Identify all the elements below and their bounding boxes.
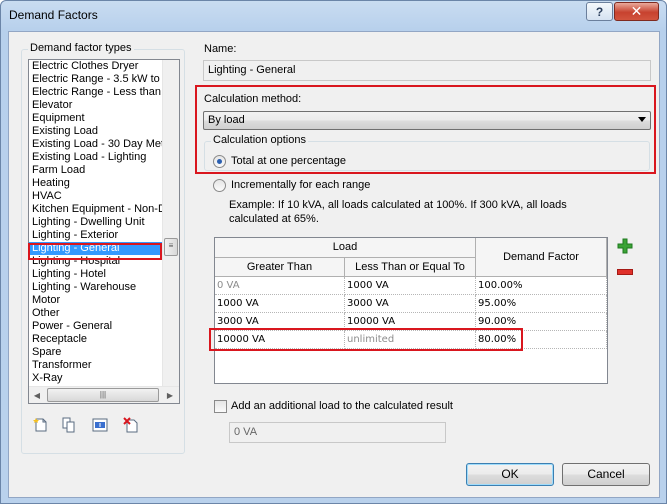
grid-cell-less[interactable]: 1000 VA — [345, 277, 476, 295]
cancel-button[interactable]: Cancel — [562, 463, 650, 486]
additional-load-label: Add an additional load to the calculated… — [231, 400, 453, 412]
plus-icon — [617, 238, 633, 254]
greater-than-header[interactable]: Greater Than — [215, 258, 345, 277]
list-item[interactable]: Electric Range - Less than — [29, 86, 162, 99]
list-item[interactable]: Motor — [29, 294, 162, 307]
list-item[interactable]: HVAC — [29, 190, 162, 203]
list-item[interactable]: Farm Load — [29, 164, 162, 177]
demand-factor-grid[interactable]: Load Greater Than Less Than or Equal To … — [214, 237, 608, 384]
help-icon: ? — [595, 4, 604, 19]
remove-row-button[interactable] — [616, 266, 634, 278]
duplicate-demand-factor-button[interactable] — [60, 416, 78, 434]
list-item[interactable]: Equipment — [29, 112, 162, 125]
list-item[interactable]: Electric Range - 3.5 kW to — [29, 73, 162, 86]
window-title: Demand Factors — [9, 8, 98, 22]
minus-icon — [617, 269, 633, 275]
list-item[interactable]: Lighting - Hotel — [29, 268, 162, 281]
list-item[interactable]: Lighting - Exterior — [29, 229, 162, 242]
horizontal-scrollbar[interactable]: ◀ ||| ▶ — [29, 386, 179, 403]
horizontal-scroll-thumb[interactable]: ||| — [47, 388, 159, 402]
grid-cell-factor[interactable]: 95.00% — [476, 295, 607, 313]
list-item[interactable]: Lighting - Warehouse — [29, 281, 162, 294]
load-group-header: Load — [215, 238, 476, 258]
additional-load-checkbox[interactable] — [214, 400, 227, 413]
less-than-header[interactable]: Less Than or Equal To — [345, 258, 476, 277]
list-item[interactable]: Spare — [29, 346, 162, 359]
scroll-right-icon[interactable]: ▶ — [162, 387, 178, 403]
selected-item-highlight-box — [28, 243, 162, 260]
incrementally-radio[interactable] — [213, 179, 226, 192]
vertical-scroll-thumb[interactable]: ≡ — [164, 238, 178, 256]
example-text: Example: If 10 kVA, all loads calculated… — [229, 199, 567, 225]
list-item[interactable]: Heating — [29, 177, 162, 190]
new-demand-factor-button[interactable] — [32, 416, 50, 434]
demand-factor-types-list[interactable]: Electric Clothes Dryer Electric Range - 3… — [28, 59, 180, 404]
grid-cell-factor[interactable]: 100.00% — [476, 277, 607, 295]
grid-cell-greater[interactable]: 0 VA — [215, 277, 345, 295]
new-document-icon — [33, 418, 47, 432]
list-item[interactable]: Existing Load - Lighting — [29, 151, 162, 164]
list-item[interactable]: Transformer — [29, 359, 162, 372]
list-item[interactable]: Lighting - Dwelling Unit — [29, 216, 162, 229]
additional-load-field[interactable]: 0 VA — [229, 422, 446, 443]
name-label: Name: — [204, 43, 237, 55]
incrementally-label: Incrementally for each range — [231, 179, 371, 191]
list-item[interactable]: Existing Load - 30 Day Met — [29, 138, 162, 151]
grid-cell-greater[interactable]: 1000 VA — [215, 295, 345, 313]
list-item[interactable]: Other — [29, 307, 162, 320]
list-item[interactable]: Electric Clothes Dryer — [29, 60, 162, 73]
duplicate-icon — [62, 417, 75, 433]
vertical-scrollbar[interactable]: ≡ — [162, 60, 179, 386]
delete-demand-factor-button[interactable] — [122, 416, 140, 434]
close-button[interactable]: ✕ — [614, 2, 659, 21]
rename-icon — [92, 418, 108, 432]
name-field[interactable]: Lighting - General — [203, 60, 651, 81]
delete-document-icon — [123, 417, 138, 433]
list-item[interactable]: Receptacle — [29, 333, 162, 346]
list-item[interactable]: Elevator — [29, 99, 162, 112]
add-row-button[interactable] — [616, 237, 634, 255]
list-item[interactable]: Existing Load — [29, 125, 162, 138]
rename-demand-factor-button[interactable] — [91, 416, 109, 434]
grid-cell-less[interactable]: 3000 VA — [345, 295, 476, 313]
list-item[interactable]: Kitchen Equipment - Non-D — [29, 203, 162, 216]
demand-factor-header[interactable]: Demand Factor — [476, 238, 607, 277]
dialog-body: Demand factor types Electric Clothes Dry… — [8, 31, 660, 498]
calculation-highlight-box — [195, 85, 656, 174]
list-item[interactable]: X-Ray — [29, 372, 162, 385]
help-button[interactable]: ? — [586, 2, 613, 21]
title-bar: Demand Factors ? ✕ — [1, 1, 666, 31]
close-icon: ✕ — [630, 3, 643, 19]
ok-button[interactable]: OK — [466, 463, 554, 486]
list-item[interactable]: Power - General — [29, 320, 162, 333]
scroll-left-icon[interactable]: ◀ — [29, 387, 45, 403]
last-row-highlight-box — [209, 328, 523, 351]
list-items: Electric Clothes Dryer Electric Range - 3… — [29, 60, 162, 385]
demand-factor-types-label: Demand factor types — [28, 42, 134, 54]
demand-factors-window: Demand Factors ? ✕ Demand factor types E… — [0, 0, 667, 504]
